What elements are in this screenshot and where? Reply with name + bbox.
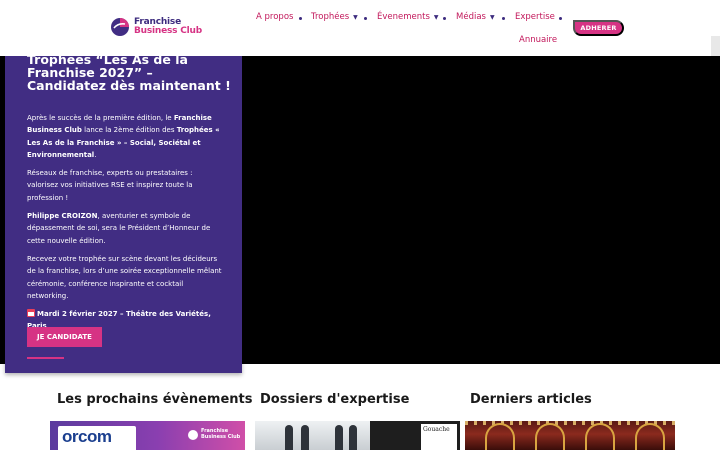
- hero-paragraph-intro: Après le succès de la première édition, …: [27, 112, 225, 161]
- trophees-hero-card: Trophées “Les As de la Franchise 2027” –…: [5, 40, 242, 373]
- orcom-logo-text: orcom: [62, 427, 112, 446]
- calendar-icon: [27, 309, 35, 318]
- nav-annuaire[interactable]: Annuaire: [519, 35, 557, 45]
- card-accent-divider: [27, 357, 64, 359]
- nav-evenements-label: Évenements: [377, 12, 430, 22]
- book-cover: Gouache: [421, 424, 457, 450]
- nav-expertise[interactable]: Expertise: [515, 12, 555, 22]
- events-section-title: Les prochains évènements: [57, 392, 253, 407]
- theatre-arch: [535, 423, 565, 450]
- person-silhouette: [301, 425, 309, 450]
- article-thumbnail[interactable]: [465, 421, 675, 450]
- fbc-mini-text: Franchise Business Club: [201, 428, 241, 440]
- nav-medias[interactable]: Médias ▼: [456, 12, 495, 22]
- president-name: Philippe CROIZON: [27, 212, 98, 221]
- theatre-arch: [635, 423, 665, 450]
- chevron-down-icon: ▼: [489, 14, 495, 21]
- hero-paragraph-audience: Réseaux de franchise, experts ou prestat…: [27, 169, 193, 202]
- person-silhouette: [349, 425, 357, 450]
- site-logo[interactable]: Franchise Business Club: [110, 17, 202, 37]
- nav-separator-dot: [299, 17, 302, 20]
- logo-mark-icon: [110, 17, 130, 37]
- chevron-down-icon: ▼: [353, 14, 358, 21]
- hero-paragraph-ceremony: Recevez votre trophée sur scène devant l…: [27, 254, 222, 300]
- intro-text-2: lance la 2ème édition des: [81, 126, 177, 135]
- person-silhouette: [335, 425, 343, 450]
- logo-text: Franchise Business Club: [134, 18, 202, 36]
- nav-separator-dot: [443, 17, 446, 20]
- fbc-mini-logo: Franchise Business Club: [188, 428, 241, 440]
- hero-card-body: Après le succès de la première édition, …: [27, 112, 225, 339]
- intro-text: Après le succès de la première édition, …: [27, 114, 174, 122]
- nav-separator-dot: [559, 17, 562, 20]
- scrollbar-track[interactable]: [711, 36, 720, 56]
- theatre-arch: [485, 423, 515, 450]
- expertise-thumbnail[interactable]: Gouache: [255, 421, 460, 450]
- intro-period: .: [94, 150, 97, 159]
- nav-medias-label: Médias: [456, 12, 486, 22]
- nav-separator-dot: [364, 17, 367, 20]
- logo-line2: Business Club: [134, 26, 203, 36]
- logo-mark-icon: [188, 429, 198, 440]
- je-candidate-button[interactable]: JE CANDIDATE: [27, 327, 102, 347]
- nav-evenements[interactable]: Évenements ▼: [377, 12, 439, 22]
- nav-trophees[interactable]: Trophées ▼: [311, 12, 358, 22]
- nav-annuaire-label: Annuaire: [519, 35, 558, 45]
- chevron-down-icon: ▼: [433, 14, 439, 21]
- fbc-mini-line2: Business Club: [201, 433, 241, 440]
- articles-section-title: Derniers articles: [470, 392, 592, 407]
- hero-card-title: Trophées “Les As de la Franchise 2027” –…: [27, 52, 231, 93]
- person-silhouette: [285, 425, 293, 450]
- nav-expertise-label: Expertise: [515, 12, 555, 22]
- hero-paragraph-president: Philippe CROIZON, aventurier et symbole …: [27, 210, 225, 247]
- nav-trophees-label: Trophées: [311, 12, 350, 22]
- book-title: Gouache: [423, 426, 450, 433]
- site-header: Franchise Business Club A propos Trophée…: [0, 0, 720, 56]
- nav-a-propos-label: A propos: [256, 12, 294, 22]
- nav-separator-dot: [502, 17, 505, 20]
- event-thumbnail[interactable]: orcom Franchise Business Club: [50, 421, 245, 450]
- nav-a-propos[interactable]: A propos: [256, 12, 293, 22]
- expertise-section-title: Dossiers d'expertise: [260, 392, 410, 407]
- adherer-button[interactable]: ADHERER: [573, 20, 624, 36]
- theatre-arch: [585, 423, 615, 450]
